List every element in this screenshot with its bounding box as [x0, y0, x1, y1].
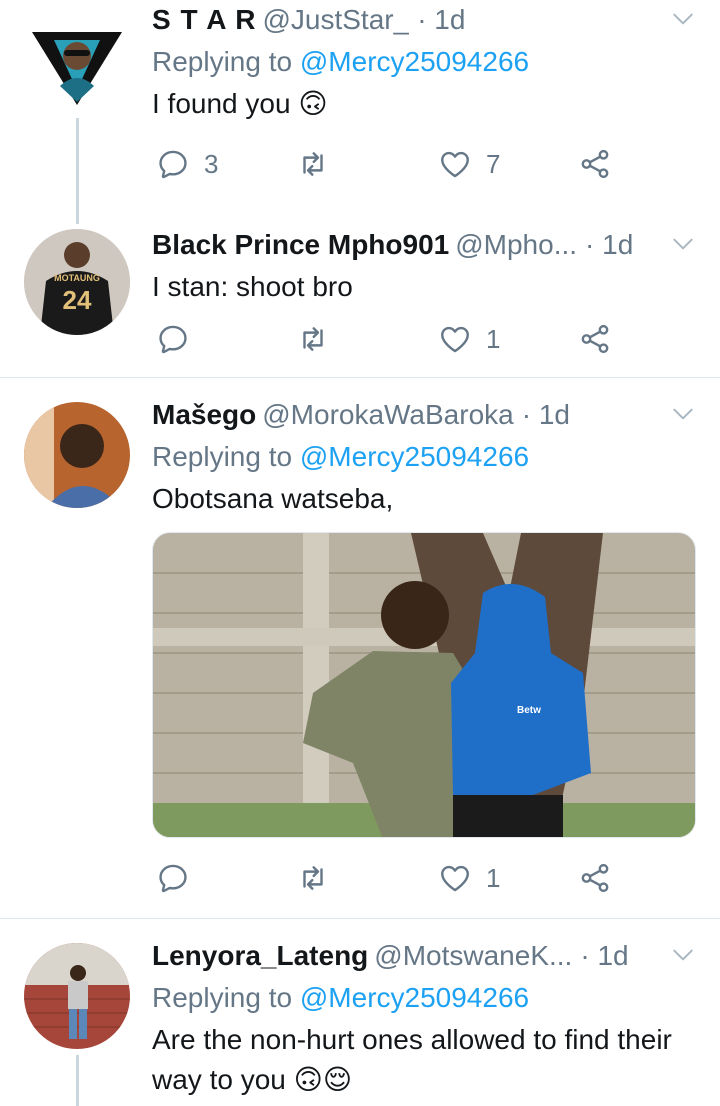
reply-icon	[156, 861, 190, 895]
replying-to: Replying to @Mercy25094266	[152, 978, 696, 1018]
timestamp[interactable]: · 1d	[417, 0, 465, 40]
author-handle[interactable]: @MorokaWaBaroka	[262, 395, 513, 435]
author-name[interactable]: Lenyora_Lateng	[152, 936, 368, 976]
tweet-black-prince[interactable]: MOTAUNG 24 Black Prince Mpho901 @Mpho...…	[0, 225, 720, 377]
tweet-masego[interactable]: Mašego @MorokaWaBaroka · 1d Replying to …	[0, 378, 720, 918]
action-bar: 3 7	[152, 142, 632, 186]
thread-line	[76, 118, 79, 224]
avatar[interactable]: MOTAUNG 24	[24, 229, 130, 335]
share-button[interactable]	[578, 317, 612, 361]
photo-shirt-text: Betw	[517, 705, 541, 716]
reply-count: 3	[204, 148, 219, 179]
tweet-text: I found you 🙃	[152, 88, 328, 119]
share-icon	[578, 861, 612, 895]
retweet-button[interactable]	[296, 856, 330, 900]
like-button[interactable]: 7	[438, 142, 500, 186]
share-button[interactable]	[578, 856, 612, 900]
author-handle[interactable]: @JustStar_	[262, 0, 409, 40]
author-name[interactable]: S T A R	[152, 0, 256, 40]
reply-button[interactable]	[156, 856, 190, 900]
like-icon	[438, 147, 472, 181]
jersey-number: 24	[63, 285, 92, 315]
avatar[interactable]	[24, 402, 130, 508]
timestamp[interactable]: · 1d	[522, 395, 570, 435]
like-icon	[438, 322, 472, 356]
reply-icon	[156, 147, 190, 181]
tweet-text: I stan: shoot bro	[152, 271, 353, 302]
retweet-icon	[296, 147, 330, 181]
chevron-down-icon[interactable]	[670, 6, 696, 32]
avatar[interactable]	[24, 10, 130, 116]
like-button[interactable]: 1	[438, 856, 500, 900]
like-icon	[438, 861, 472, 895]
chevron-down-icon[interactable]	[670, 942, 696, 968]
replying-prefix: Replying to	[152, 46, 300, 77]
replying-to: Replying to @Mercy25094266	[152, 42, 696, 82]
retweet-icon	[296, 322, 330, 356]
timestamp[interactable]: · 1d	[580, 936, 628, 976]
like-count: 7	[486, 148, 501, 179]
author-handle[interactable]: @Mpho...	[455, 225, 577, 265]
like-count: 1	[486, 323, 501, 354]
author-name[interactable]: Mašego	[152, 395, 256, 435]
author-name[interactable]: Black Prince Mpho901	[152, 225, 449, 265]
retweet-button[interactable]	[296, 142, 330, 186]
replying-to: Replying to @Mercy25094266	[152, 437, 696, 477]
share-icon	[578, 322, 612, 356]
reply-icon	[156, 322, 190, 356]
action-bar: 1	[152, 317, 632, 361]
tweet-photo[interactable]: Betw	[152, 532, 696, 838]
tweet-text: Obotsana watseba,	[152, 483, 394, 514]
mention-link[interactable]: @Mercy25094266	[300, 46, 529, 77]
avatar[interactable]	[24, 943, 130, 1049]
reply-button[interactable]: 3	[156, 142, 218, 186]
chevron-down-icon[interactable]	[670, 401, 696, 427]
tweet-lenyora[interactable]: Lenyora_Lateng @MotswaneK... · 1d Replyi…	[0, 919, 720, 1106]
chevron-down-icon[interactable]	[670, 231, 696, 257]
retweet-icon	[296, 861, 330, 895]
jersey-text: MOTAUNG	[54, 273, 100, 283]
reply-button[interactable]	[156, 317, 190, 361]
replying-prefix: Replying to	[152, 982, 300, 1013]
action-bar: 1	[152, 856, 632, 900]
tweet-text: Are the non-hurt ones allowed to find th…	[152, 1024, 672, 1095]
like-button[interactable]: 1	[438, 317, 500, 361]
author-handle[interactable]: @MotswaneK...	[374, 936, 572, 976]
share-icon	[578, 147, 612, 181]
retweet-button[interactable]	[296, 317, 330, 361]
replying-prefix: Replying to	[152, 441, 300, 472]
tweet-star[interactable]: S T A R @JustStar_ · 1d Replying to @Mer…	[0, 0, 720, 225]
mention-link[interactable]: @Mercy25094266	[300, 982, 529, 1013]
mention-link[interactable]: @Mercy25094266	[300, 441, 529, 472]
like-count: 1	[486, 862, 501, 893]
timestamp[interactable]: · 1d	[585, 225, 633, 265]
thread-line	[76, 1055, 79, 1106]
share-button[interactable]	[578, 142, 612, 186]
